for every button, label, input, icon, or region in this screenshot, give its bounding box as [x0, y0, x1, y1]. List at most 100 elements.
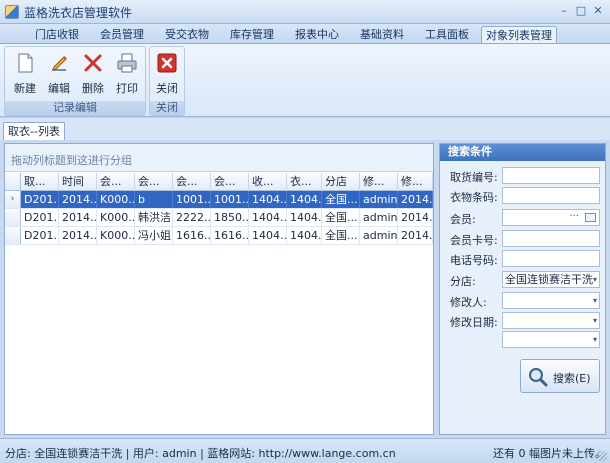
minimize-button[interactable]: –	[556, 4, 572, 19]
table-cell: 1404...	[287, 209, 322, 226]
table-cell: K000...	[97, 209, 135, 226]
modify-date-to[interactable]: ▾	[502, 331, 600, 348]
table-cell: 1404...	[287, 227, 322, 244]
column-header[interactable]: 会...	[173, 173, 211, 191]
tab-inventory[interactable]: 库存管理	[221, 26, 283, 44]
row-indicator: ›	[5, 191, 21, 208]
table-cell: 2014...	[59, 209, 97, 226]
record-edit-caption: 记录编辑	[5, 101, 145, 115]
new-document-icon	[18, 53, 33, 73]
column-header[interactable]: 取...	[21, 173, 59, 191]
column-header[interactable]: 会...	[211, 173, 249, 191]
table-cell: admin	[360, 227, 398, 244]
member-label: 会员:	[450, 213, 476, 226]
table-cell: K000...	[97, 191, 135, 208]
pencil-edit-icon	[52, 56, 67, 71]
chevron-down-icon[interactable]: ▾	[593, 293, 597, 308]
print-button[interactable]: 打印	[111, 50, 143, 96]
table-cell: 1616...	[211, 227, 249, 244]
table-cell: admin	[360, 209, 398, 226]
column-header[interactable]: 会...	[135, 173, 173, 191]
table-cell: 全国...	[322, 191, 360, 208]
grid-header-row: 取... 时间 会... 会... 会... 会... 收... 衣... 分店…	[5, 173, 433, 191]
maximize-button[interactable]: □	[573, 4, 589, 19]
column-header[interactable]: 时间	[59, 173, 97, 191]
table-cell: 全国...	[322, 227, 360, 244]
table-cell: b	[135, 191, 173, 208]
member-lookup-field[interactable]: ···	[502, 209, 600, 226]
status-info: 分店: 全国连锁赛洁干洗 | 用户: admin | 蓝格网站: http://…	[5, 447, 396, 460]
close-window-button[interactable]: ✕	[590, 4, 606, 19]
modifier-select[interactable]: ▾	[502, 292, 600, 309]
content-area: 拖动列标题到这进行分组 取... 时间 会... 会... 会... 会... …	[0, 140, 610, 438]
delete-button[interactable]: 删除	[77, 50, 109, 96]
record-edit-group: 新建 编辑 删除 打印 记录编辑	[4, 46, 146, 116]
clothes-barcode-input[interactable]	[502, 187, 600, 204]
member-card-input[interactable]	[502, 230, 600, 247]
tab-object-list[interactable]: 对象列表管理	[481, 26, 557, 44]
pickup-grid: 拖动列标题到这进行分组 取... 时间 会... 会... 会... 会... …	[4, 143, 434, 435]
window-title: 蓝格洗衣店管理软件	[24, 6, 133, 20]
document-tab-bar: 取衣--列表	[0, 118, 610, 140]
modify-date-label: 修改日期:	[450, 316, 498, 329]
modifier-label: 修改人:	[450, 296, 487, 309]
table-cell: 1001...	[173, 191, 211, 208]
tab-store-cashier[interactable]: 门店收银	[26, 26, 88, 44]
delete-x-icon	[84, 54, 102, 72]
phone-number-input[interactable]	[502, 250, 600, 267]
tab-basic-data[interactable]: 基础资料	[351, 26, 413, 44]
member-card-icon[interactable]	[585, 213, 596, 222]
tab-pickup-list[interactable]: 取衣--列表	[3, 122, 65, 140]
table-cell: 1616...	[173, 227, 211, 244]
row-indicator	[5, 209, 21, 226]
table-cell: admin	[360, 191, 398, 208]
modify-date-from[interactable]: ▾	[502, 312, 600, 329]
table-cell: 1404...	[249, 209, 287, 226]
upload-status: 还有 0 幅图片未上传。	[493, 447, 606, 460]
printer-icon	[117, 53, 137, 73]
tab-receive-clothes[interactable]: 受交衣物	[156, 26, 218, 44]
ribbon-tab-strip: 门店收银 会员管理 受交衣物 库存管理 报表中心 基础资料 工具面板 对象列表管…	[0, 24, 610, 44]
table-cell: 1404...	[287, 191, 322, 208]
row-indicator	[5, 227, 21, 244]
phone-number-label: 电话号码:	[450, 254, 498, 267]
table-row[interactable]: D201... 2014... K000... 冯小姐 1616... 1616…	[5, 227, 433, 245]
table-row[interactable]: › D201... 2014... K000... b 1001... 1001…	[5, 191, 433, 209]
close-list-button-label: 关闭	[156, 82, 178, 95]
print-button-label: 打印	[116, 82, 138, 95]
column-header[interactable]: 分店	[322, 173, 360, 191]
table-cell: 韩洪洁	[135, 209, 173, 226]
table-cell: 2014...	[59, 191, 97, 208]
clothes-barcode-label: 衣物条码:	[450, 191, 498, 204]
table-cell: 1404...	[249, 191, 287, 208]
tab-tools[interactable]: 工具面板	[416, 26, 478, 44]
column-header[interactable]: 修...	[398, 173, 433, 191]
table-cell: 1850...	[211, 209, 249, 226]
table-cell: 全国...	[322, 209, 360, 226]
tab-member-management[interactable]: 会员管理	[91, 26, 153, 44]
column-header[interactable]: 修...	[360, 173, 398, 191]
table-row[interactable]: D201... 2014... K000... 韩洪洁 2222... 1850…	[5, 209, 433, 227]
chevron-down-icon[interactable]: ▾	[593, 313, 597, 328]
search-panel-header: 搜索条件	[440, 144, 605, 161]
table-cell: 2014...	[59, 227, 97, 244]
close-red-icon	[157, 53, 177, 73]
branch-select[interactable]: 全国连锁赛洁干洗 ▾	[502, 271, 600, 288]
app-logo-icon	[5, 5, 19, 19]
new-button[interactable]: 新建	[9, 50, 41, 96]
group-by-area[interactable]: 拖动列标题到这进行分组	[5, 144, 433, 172]
tab-reports[interactable]: 报表中心	[286, 26, 348, 44]
search-button[interactable]: 搜索(E)	[520, 359, 600, 393]
pickup-number-input[interactable]	[502, 167, 600, 184]
column-header[interactable]: 衣...	[287, 173, 322, 191]
chevron-down-icon[interactable]: ▾	[593, 272, 597, 287]
column-header[interactable]: 会...	[97, 173, 135, 191]
edit-button[interactable]: 编辑	[43, 50, 75, 96]
close-list-button[interactable]: 关闭	[151, 50, 183, 96]
ellipsis-button[interactable]: ···	[569, 210, 579, 223]
resize-grip-icon[interactable]	[597, 451, 607, 461]
table-cell: 冯小姐	[135, 227, 173, 244]
chevron-down-icon[interactable]: ▾	[593, 332, 597, 347]
column-header[interactable]: 收...	[249, 173, 287, 191]
table-cell: 2014...	[398, 209, 433, 226]
